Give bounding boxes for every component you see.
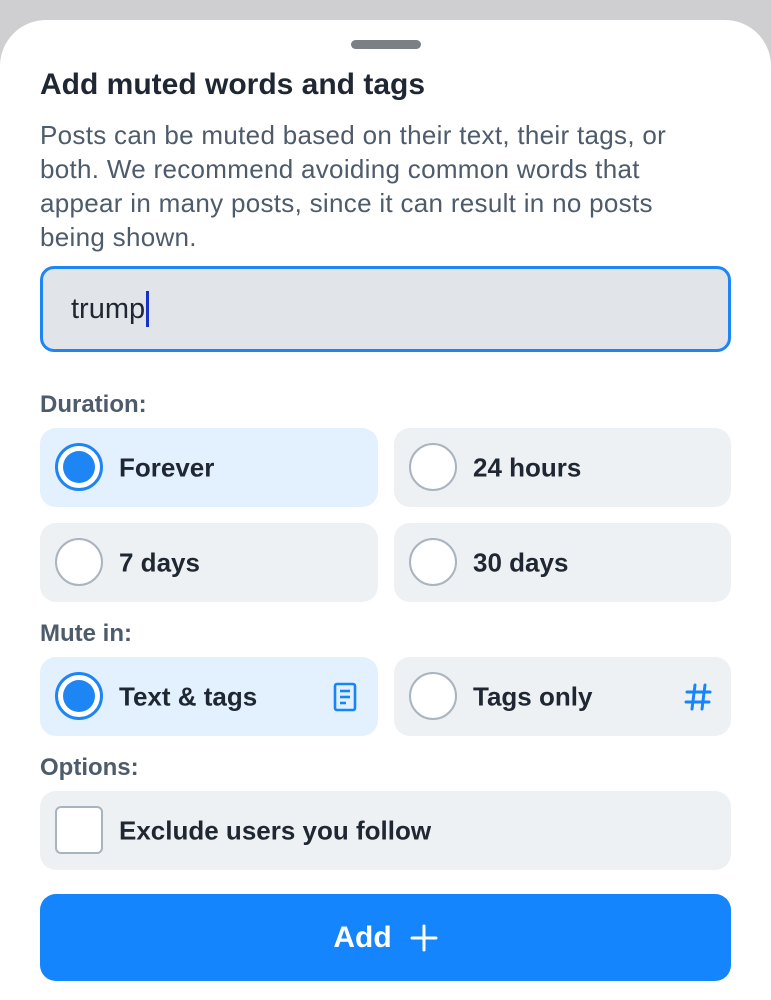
radio-unselected-icon	[409, 443, 457, 491]
checkbox-unchecked-icon[interactable]	[55, 806, 103, 854]
duration-option-7-days[interactable]: 7 days	[40, 523, 378, 602]
muted-word-input[interactable]: trump	[40, 266, 731, 352]
duration-option-24-hours[interactable]: 24 hours	[394, 428, 731, 507]
document-icon	[333, 682, 357, 711]
exclude-followed-users-option[interactable]: Exclude users you follow	[40, 791, 731, 870]
duration-label: Duration:	[40, 391, 147, 418]
plus-icon	[410, 924, 438, 951]
duration-option-label: 7 days	[119, 547, 200, 577]
add-button[interactable]: Add	[40, 894, 731, 981]
dialog-description: Posts can be muted based on their text, …	[40, 120, 667, 252]
radio-unselected-icon	[409, 672, 457, 720]
options-label: Options:	[40, 754, 139, 781]
mute-in-option-label: Text & tags	[119, 681, 258, 711]
text-caret	[146, 291, 150, 327]
radio-unselected-icon	[55, 538, 103, 586]
dialog-title: Add muted words and tags	[40, 68, 426, 101]
mute-in-option-tags-only[interactable]: Tags only	[394, 657, 731, 736]
radio-unselected-icon	[409, 538, 457, 586]
duration-option-label: 24 hours	[473, 452, 582, 482]
add-button-label: Add	[333, 920, 392, 954]
duration-option-30-days[interactable]: 30 days	[394, 523, 731, 602]
radio-selected-icon	[55, 672, 103, 720]
duration-option-label: Forever	[119, 452, 215, 482]
duration-option-label: 30 days	[473, 547, 569, 577]
mute-in-option-text-and-tags[interactable]: Text & tags	[40, 657, 378, 736]
hashtag-icon	[684, 683, 712, 710]
mute-in-label: Mute in:	[40, 620, 132, 647]
mute-in-option-label: Tags only	[473, 681, 593, 711]
duration-option-forever[interactable]: Forever	[40, 428, 378, 507]
muted-word-input-value: trump	[71, 292, 146, 325]
radio-selected-icon	[55, 443, 103, 491]
exclude-followed-users-label: Exclude users you follow	[119, 815, 432, 845]
drag-handle[interactable]	[351, 40, 421, 49]
